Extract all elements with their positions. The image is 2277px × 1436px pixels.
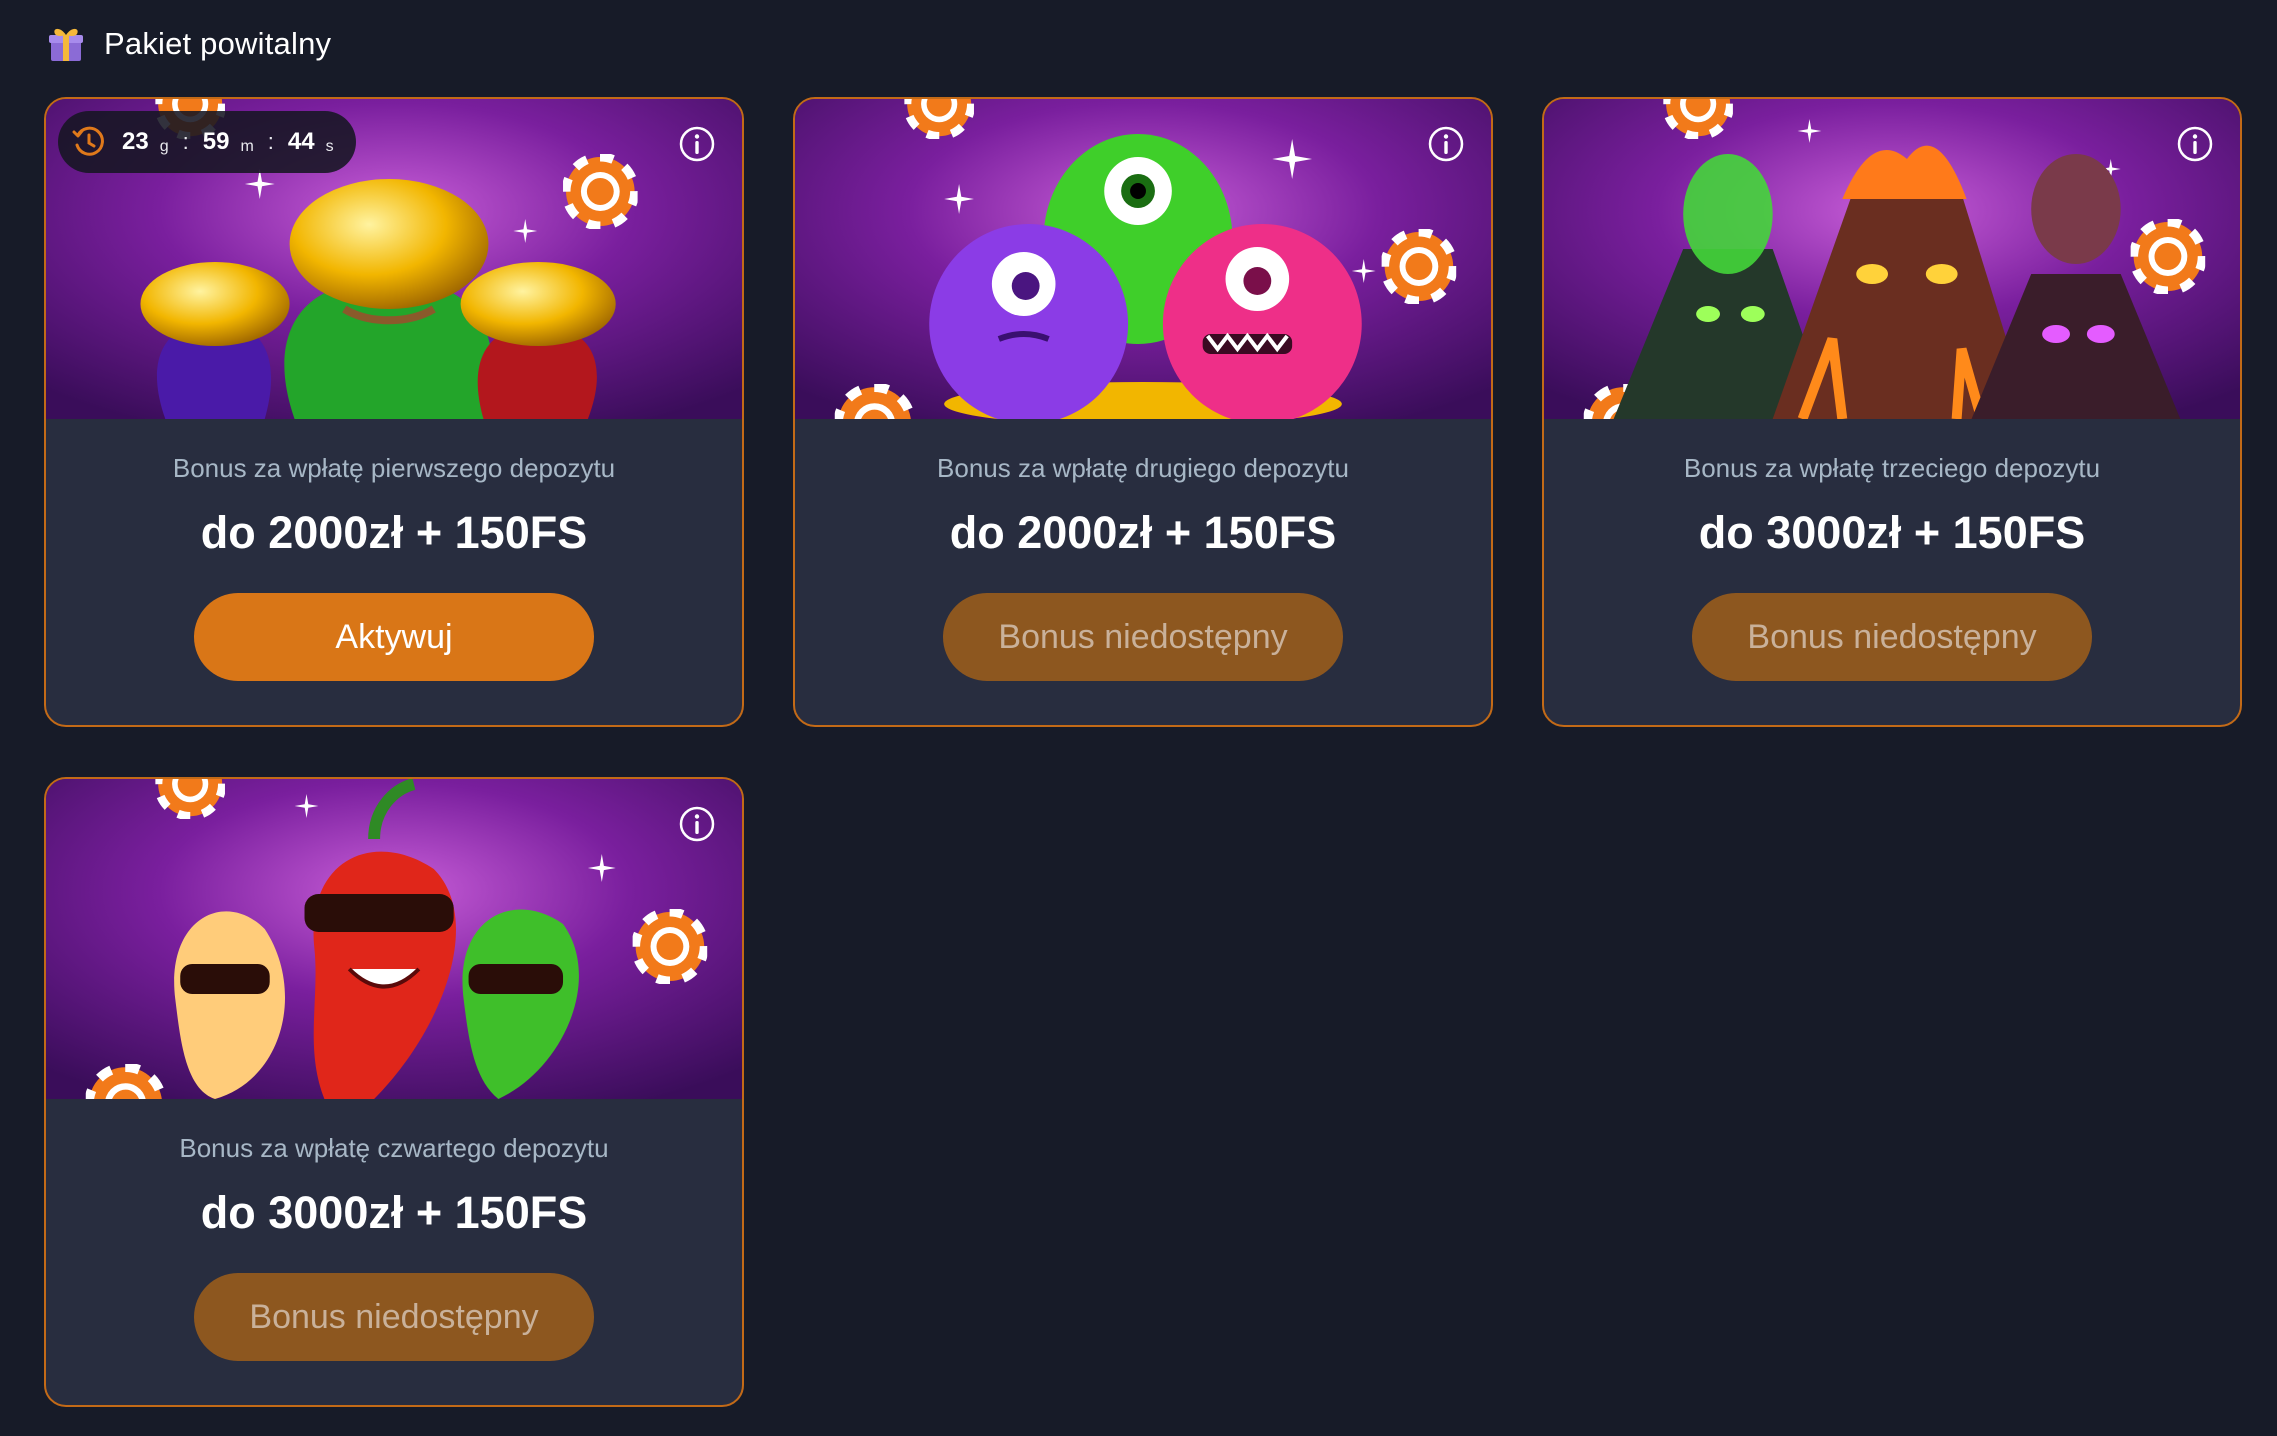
card-subtitle: Bonus za wpłatę pierwszego depozytu: [172, 453, 616, 483]
section-header: Pakiet powitalny: [46, 20, 331, 68]
card-body: Bonus za wpłatę trzeciego depozytu do 30…: [1544, 451, 2240, 681]
countdown-timer: 23 g : 59 m : 44 s: [58, 111, 356, 173]
card-body: Bonus za wpłatę drugiego depozytu do 200…: [795, 451, 1491, 681]
chili-peppers-image: [46, 779, 742, 1099]
bonus-unavailable-button[interactable]: Bonus niedostępny: [943, 593, 1343, 681]
timer-separator: :: [267, 129, 274, 154]
timer-days-unit: g: [159, 138, 169, 155]
bonus-card-2: Bonus za wpłatę drugiego depozytu do 200…: [793, 97, 1493, 727]
card-subtitle: Bonus za wpłatę drugiego depozytu: [937, 453, 1349, 483]
section-title: Pakiet powitalny: [104, 26, 332, 61]
card-amount: do 2000zł + 150FS: [949, 507, 1337, 558]
money-bags-image: 23 g : 59 m : 44 s: [46, 99, 742, 419]
timer-hours-unit: m: [240, 138, 254, 155]
card-body: Bonus za wpłatę pierwszego depozytu do 2…: [46, 451, 742, 681]
bonus-card-4: Bonus za wpłatę czwartego depozytu do 30…: [44, 777, 744, 1407]
card-subtitle: Bonus za wpłatę trzeciego depozytu: [1683, 453, 2101, 483]
info-icon[interactable]: [2176, 125, 2214, 163]
card-amount: do 3000zł + 150FS: [1698, 507, 2086, 558]
timer-days: 23: [122, 128, 149, 155]
card-body: Bonus za wpłatę czwartego depozytu do 30…: [46, 1131, 742, 1361]
card-amount: do 3000zł + 150FS: [200, 1187, 588, 1238]
timer-seconds: 44: [287, 128, 315, 155]
info-icon[interactable]: [1427, 125, 1465, 163]
volcanoes-image: [1544, 99, 2240, 419]
activate-button[interactable]: Aktywuj: [194, 593, 594, 681]
gift-icon: [49, 28, 83, 61]
bonus-unavailable-button[interactable]: Bonus niedostępny: [194, 1273, 594, 1361]
clock-icon: [72, 126, 104, 156]
card-amount: do 2000zł + 150FS: [200, 507, 588, 558]
bonus-card-3: Bonus za wpłatę trzeciego depozytu do 30…: [1542, 97, 2242, 727]
monsters-image: [795, 99, 1491, 419]
timer-hours: 59: [202, 128, 230, 155]
timer-separator: :: [182, 129, 189, 154]
card-subtitle: Bonus za wpłatę czwartego depozytu: [179, 1133, 609, 1163]
bonus-unavailable-button[interactable]: Bonus niedostępny: [1692, 593, 2092, 681]
timer-seconds-unit: s: [325, 138, 334, 155]
bonus-card-1: 23 g : 59 m : 44 s Bonus za wpłatę pierwsze…: [44, 97, 744, 727]
info-icon[interactable]: [678, 125, 716, 163]
info-icon[interactable]: [678, 805, 716, 843]
